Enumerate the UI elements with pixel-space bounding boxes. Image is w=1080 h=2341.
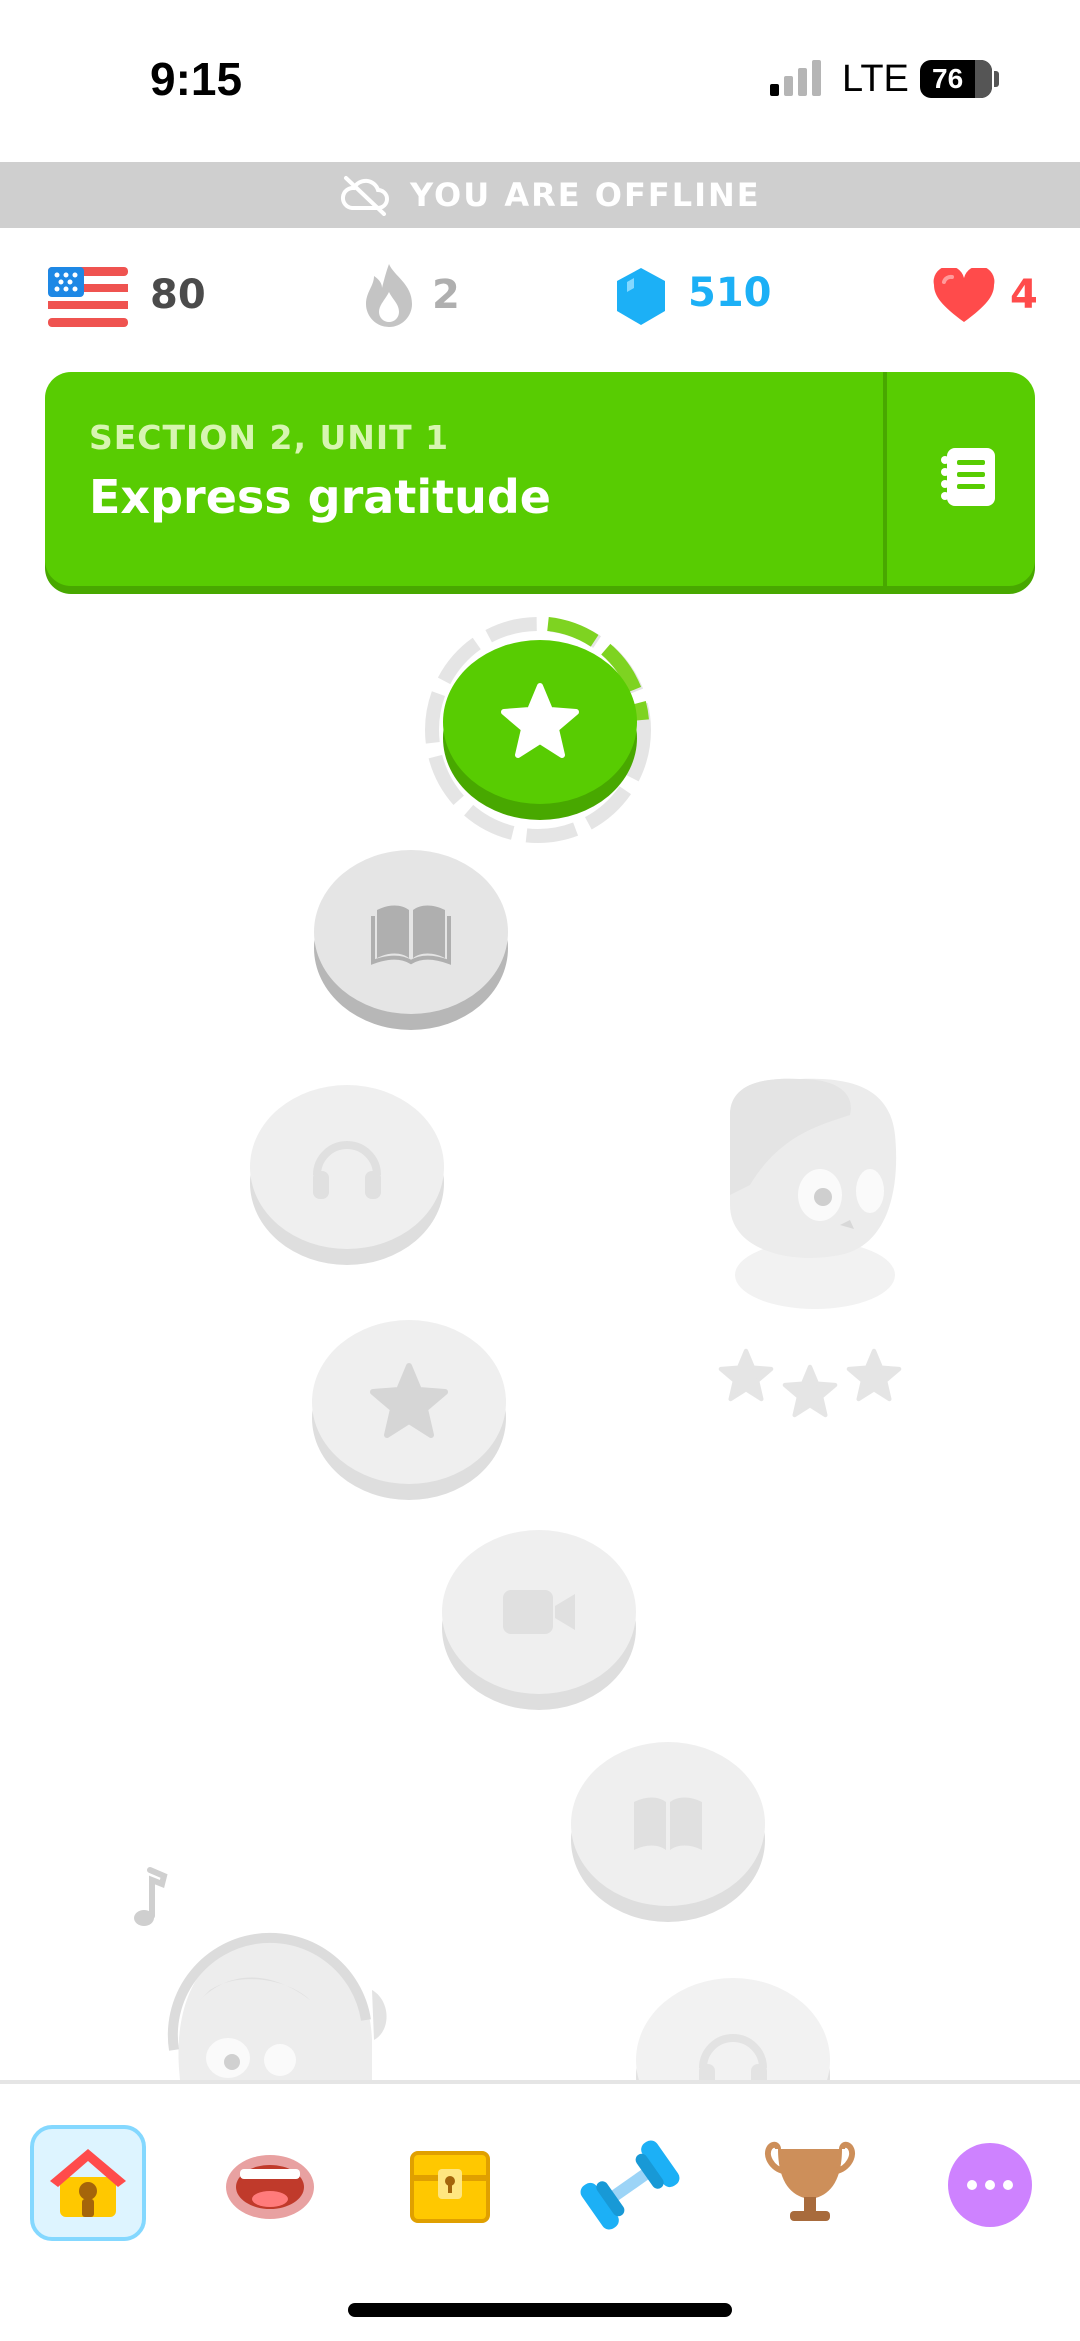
network-label: LTE (842, 58, 909, 100)
unit-title: Express gratitude (89, 470, 551, 524)
battery-level: 76 (932, 63, 964, 94)
lesson-node-video[interactable] (442, 1530, 636, 1710)
streak-counter[interactable]: 2 (362, 262, 482, 332)
character-stars (718, 1348, 908, 1418)
home-indicator[interactable] (348, 2303, 732, 2317)
dumbbell-icon (580, 2140, 680, 2230)
star-icon (782, 1364, 838, 1418)
headphones-icon (699, 2034, 767, 2080)
lesson-node-book[interactable] (571, 1742, 765, 1922)
star-icon (501, 683, 579, 758)
treasure-chest-icon (410, 2151, 490, 2223)
mouth-icon (226, 2155, 314, 2219)
battery-tip (994, 71, 999, 87)
headphones-icon (313, 1141, 381, 1199)
lesson-node-headphones[interactable] (636, 1978, 830, 2080)
nav-speak[interactable] (210, 2125, 330, 2245)
offline-banner: YOU ARE OFFLINE (0, 162, 1080, 228)
fire-icon (366, 264, 412, 327)
streak-count: 2 (432, 272, 460, 318)
lesson-node-star-active[interactable] (443, 640, 637, 820)
unit-section-label: SECTION 2, UNIT 1 (89, 418, 450, 457)
us-flag-icon (48, 267, 128, 327)
offline-text: YOU ARE OFFLINE (410, 176, 761, 214)
book-icon (371, 905, 451, 965)
signal-icon (770, 60, 821, 96)
gem-icon (617, 268, 665, 325)
battery-indicator: 76 (920, 60, 992, 98)
nav-practice[interactable] (570, 2125, 690, 2245)
unit-header: SECTION 2, UNIT 1 Express gratitude (45, 372, 1035, 586)
lesson-node-book[interactable] (314, 850, 508, 1030)
bottom-nav-divider (0, 2080, 1080, 2084)
video-camera-icon (503, 1590, 575, 1634)
cloud-off-icon (341, 176, 389, 216)
book-icon (634, 1797, 702, 1850)
house-icon (50, 2149, 126, 2217)
star-icon (370, 1363, 448, 1438)
lesson-node-headphones[interactable] (250, 1085, 444, 1265)
unit-divider (883, 372, 887, 586)
gems-count: 510 (688, 270, 772, 316)
lesson-node-star[interactable] (312, 1320, 506, 1500)
status-time: 9:15 (150, 53, 243, 105)
character-junior (167, 1932, 387, 2080)
hearts-counter[interactable]: 4 (932, 266, 1052, 332)
nav-more[interactable] (930, 2125, 1050, 2245)
language-xp: 80 (150, 272, 206, 318)
music-note-icon (134, 1867, 168, 1926)
heart-icon (933, 268, 995, 322)
character-lily (730, 1078, 897, 1309)
star-icon (718, 1348, 774, 1402)
nav-chest[interactable] (390, 2125, 510, 2245)
more-dots-icon (948, 2143, 1032, 2227)
trophy-icon (764, 2141, 856, 2221)
nav-leaderboard[interactable] (750, 2125, 870, 2245)
nav-home[interactable] (30, 2125, 146, 2241)
gems-counter[interactable]: 510 (614, 262, 774, 332)
star-icon (846, 1348, 902, 1402)
hearts-count: 4 (1010, 272, 1038, 318)
notebook-icon[interactable] (933, 442, 1003, 512)
language-selector[interactable]: 80 (48, 264, 218, 330)
